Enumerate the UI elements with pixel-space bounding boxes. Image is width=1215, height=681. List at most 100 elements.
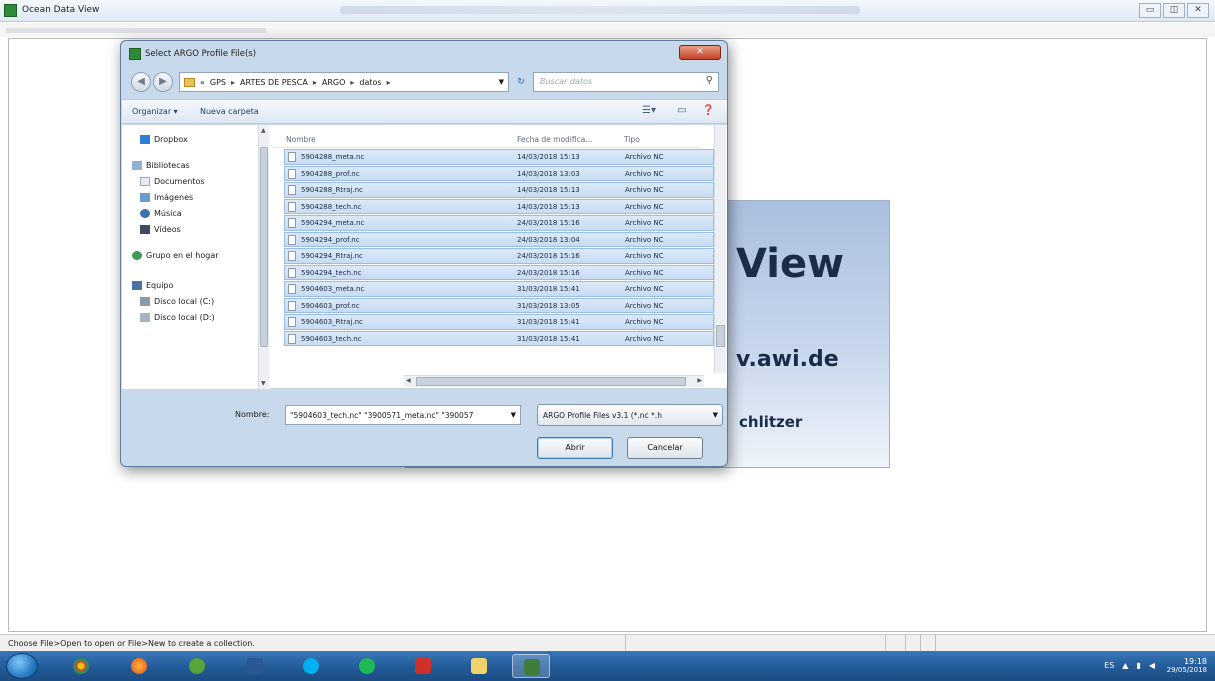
nav-item-computer[interactable]: Equipo — [132, 281, 173, 290]
chevron-down-icon[interactable]: ▼ — [713, 411, 718, 419]
dialog-panes: Dropbox Bibliotecas Documentos Imágenes … — [122, 125, 727, 389]
nav-label: Imágenes — [154, 193, 194, 202]
filename-input[interactable]: "5904603_tech.nc" "3900571_meta.nc" "390… — [285, 405, 521, 425]
file-row[interactable]: 5904288_tech.nc 14/03/2018 15:13 Archivo N… — [284, 198, 714, 214]
taskbar-odv[interactable] — [512, 654, 550, 678]
file-name: 5904294_meta.nc — [301, 219, 365, 227]
search-icon[interactable]: ⚲ — [706, 75, 713, 86]
navigation-pane: Dropbox Bibliotecas Documentos Imágenes … — [122, 125, 270, 389]
file-date: 24/03/2018 15:16 — [517, 219, 580, 227]
scroll-right-icon[interactable]: ▶ — [697, 377, 702, 384]
file-row[interactable]: 5904603_Rtraj.nc 31/03/2018 15:41 Archivo … — [284, 314, 714, 330]
scrollbar-thumb[interactable] — [260, 147, 268, 347]
tray-arrow-icon[interactable]: ▲ — [1122, 661, 1128, 670]
file-row[interactable]: 5904603_meta.nc 31/03/2018 15:41 Archivo N… — [284, 281, 714, 297]
music-icon — [140, 209, 150, 218]
clock[interactable]: 19:18 29/05/2018 — [1167, 657, 1207, 674]
help-icon[interactable]: ❓ — [702, 105, 714, 116]
file-list-hscrollbar[interactable]: ◀ ▶ — [404, 375, 704, 387]
taskbar-chrome[interactable] — [62, 654, 100, 678]
open-button[interactable]: Abrir — [537, 437, 613, 459]
breadcrumb-artes[interactable]: ARTES DE PESCA — [240, 78, 308, 87]
file-row[interactable]: 5904288_Rtraj.nc 14/03/2018 15:13 Archivo … — [284, 182, 714, 198]
videos-icon — [140, 225, 150, 234]
network-icon[interactable]: ▮ — [1136, 661, 1140, 670]
file-row[interactable]: 5904288_meta.nc 14/03/2018 15:13 Archivo N… — [284, 149, 714, 165]
filetype-select[interactable]: ARGO Profile Files v3.1 (*.nc *.h ▼ — [537, 404, 723, 426]
blurred-title-text — [340, 6, 860, 14]
dialog-close-button[interactable]: ✕ — [679, 45, 721, 60]
statusbar: Choose File>Open to open or File>New to … — [0, 634, 1215, 652]
file-date: 14/03/2018 15:13 — [517, 202, 580, 211]
file-row[interactable]: 5904294_meta.nc 24/03/2018 15:16 Archivo N… — [284, 215, 714, 231]
scrollbar-thumb[interactable] — [716, 325, 725, 347]
nav-item-music[interactable]: Música — [140, 209, 182, 218]
file-list-vscrollbar[interactable] — [714, 125, 726, 373]
nav-item-homegroup[interactable]: Grupo en el hogar — [132, 251, 219, 260]
splash-title: View — [736, 241, 845, 287]
file-row[interactable]: 5904294_Rtraj.nc 24/03/2018 15:16 Archivo … — [284, 248, 714, 264]
nav-item-documents[interactable]: Documentos — [140, 177, 205, 186]
taskbar-app-green[interactable] — [178, 654, 216, 678]
breadcrumb-datos[interactable]: datos — [359, 78, 381, 87]
scrollbar-thumb[interactable] — [416, 377, 686, 386]
file-icon — [288, 168, 296, 179]
clock-date: 29/05/2018 — [1166, 666, 1207, 674]
scroll-down-icon[interactable]: ▼ — [261, 380, 266, 387]
column-date[interactable]: Fecha de modifica... — [517, 135, 592, 144]
maximize-button[interactable]: ◫ — [1163, 3, 1185, 18]
nav-scrollbar[interactable]: ▲ ▼ — [258, 125, 269, 389]
minimize-button[interactable]: ▭ — [1139, 3, 1161, 18]
language-indicator[interactable]: ES — [1104, 661, 1114, 670]
column-type[interactable]: Tipo — [624, 135, 640, 144]
nav-item-libraries[interactable]: Bibliotecas — [132, 161, 190, 170]
scroll-up-icon[interactable]: ▲ — [261, 127, 266, 134]
breadcrumb-overflow[interactable]: « — [200, 78, 205, 87]
address-bar[interactable]: « GPS ▸ ARTES DE PESCA ▸ ARGO ▸ datos ▸ … — [179, 72, 509, 92]
preview-pane-icon[interactable]: ▭ — [677, 105, 686, 116]
taskbar-skype[interactable] — [292, 654, 330, 678]
dropbox-icon — [140, 135, 150, 144]
back-button[interactable]: ◀ — [131, 72, 151, 92]
file-row[interactable]: 5904288_prof.nc 14/03/2018 13:03 Archivo N… — [284, 165, 714, 181]
nav-item-dropbox[interactable]: Dropbox — [140, 135, 188, 144]
chevron-down-icon[interactable]: ▼ — [511, 411, 516, 419]
address-dropdown-icon[interactable]: ▼ — [499, 78, 504, 86]
cancel-button[interactable]: Cancelar — [627, 437, 703, 459]
close-window-button[interactable]: ✕ — [1187, 3, 1209, 18]
nav-label: Documentos — [154, 177, 205, 186]
taskbar-spotify[interactable] — [348, 654, 386, 678]
file-type: Archivo NC — [625, 285, 664, 293]
nav-item-disk-c[interactable]: Disco local (C:) — [140, 297, 214, 306]
scroll-left-icon[interactable]: ◀ — [406, 377, 411, 384]
filename-label: Nombre: — [235, 410, 270, 419]
file-row[interactable]: 5904603_tech.nc 31/03/2018 15:41 Archivo N… — [284, 330, 714, 346]
breadcrumb-argo[interactable]: ARGO — [322, 78, 346, 87]
nav-item-disk-d[interactable]: Disco local (D:) — [140, 313, 215, 322]
file-row[interactable]: 5904294_tech.nc 24/03/2018 15:16 Archivo N… — [284, 264, 714, 280]
file-icon — [288, 251, 296, 261]
volume-icon[interactable]: ◀ — [1149, 661, 1155, 670]
search-input[interactable]: Buscar datos ⚲ — [533, 72, 719, 92]
nav-item-videos[interactable]: Vídeos — [140, 225, 181, 234]
new-folder-button[interactable]: Nueva carpeta — [200, 107, 259, 116]
taskbar-app-red[interactable] — [404, 654, 442, 678]
file-row[interactable]: 5904603_prof.nc 31/03/2018 13:05 Archivo N… — [284, 297, 714, 313]
taskbar-word[interactable] — [236, 654, 274, 678]
breadcrumb-gps[interactable]: GPS — [210, 78, 226, 87]
splash-url: v.awi.de — [736, 347, 839, 372]
column-name[interactable]: Nombre — [286, 135, 316, 144]
file-row[interactable]: 5904294_prof.nc 24/03/2018 13:04 Archivo N… — [284, 231, 714, 247]
view-options-icon[interactable]: ☰▾ — [642, 105, 656, 116]
forward-button[interactable]: ▶ — [153, 72, 173, 92]
start-button[interactable] — [6, 653, 38, 679]
taskbar-explorer[interactable] — [460, 654, 498, 678]
clock-time: 19:18 — [1183, 657, 1207, 666]
taskbar-firefox[interactable] — [120, 654, 158, 678]
menubar-items-faded[interactable] — [6, 28, 266, 33]
app-icon — [4, 4, 17, 17]
file-type: Archivo NC — [625, 252, 664, 260]
organize-button[interactable]: Organizar ▾ — [132, 107, 178, 116]
nav-item-images[interactable]: Imágenes — [140, 193, 193, 202]
refresh-icon[interactable]: ↻ — [512, 72, 530, 92]
